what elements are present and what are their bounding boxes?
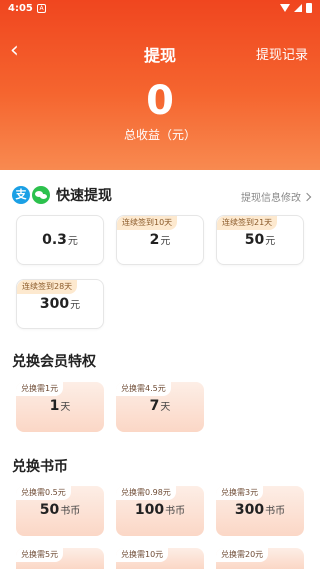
option-unit: 元 — [67, 236, 78, 247]
option-amount: 300 — [234, 502, 265, 518]
option-tag: 连续签到10天 — [117, 216, 178, 230]
option-unit: 天 — [160, 402, 171, 413]
quick-withdraw-heading: 支 快速提现 — [12, 185, 112, 205]
app-notification-icon: A — [37, 4, 46, 13]
option-amount: 300 — [39, 296, 70, 312]
option-tag: 兑换需10元 — [116, 548, 169, 562]
coin-exchange-heading: 兑换书币 — [12, 456, 68, 476]
option-unit: 书币 — [60, 506, 81, 517]
withdraw-option[interactable]: 连续签到21天 50元 — [216, 215, 304, 265]
option-amount-line: 0.3元 — [17, 232, 103, 248]
coin-option[interactable]: 兑换需0.98元 100书币 — [116, 486, 204, 536]
vip-exchange-heading: 兑换会员特权 — [12, 351, 96, 371]
withdraw-option[interactable]: 连续签到28天 300元 — [16, 279, 104, 329]
option-amount-line: 50元 — [217, 232, 303, 248]
option-amount: 2 — [149, 232, 160, 248]
withdraw-option[interactable]: 0.3元 — [16, 215, 104, 265]
wifi-icon — [280, 4, 290, 12]
coin-option[interactable]: 兑换需3元 300书币 — [216, 486, 304, 536]
option-amount-line: 50书币 — [16, 502, 104, 518]
coin-exchange-title: 兑换书币 — [12, 459, 68, 475]
option-tag: 兑换需0.98元 — [116, 486, 176, 500]
option-tag: 兑换需1元 — [16, 382, 64, 396]
option-amount-line: 7天 — [116, 398, 204, 414]
coin-option[interactable]: 兑换需0.5元 50书币 — [16, 486, 104, 536]
alipay-icon: 支 — [12, 186, 30, 204]
option-tag: 兑换需3元 — [216, 486, 264, 500]
option-amount: 100 — [134, 502, 165, 518]
vip-exchange-title: 兑换会员特权 — [12, 354, 96, 370]
option-amount: 1 — [49, 398, 60, 414]
edit-withdraw-info-label: 提现信息修改 — [241, 193, 301, 204]
vip-option[interactable]: 兑换需1元 1天 — [16, 382, 104, 432]
status-icons — [280, 3, 312, 13]
option-amount: 0.3 — [42, 232, 67, 248]
status-bar: 4:05 A — [0, 0, 320, 18]
option-tag: 连续签到21天 — [217, 216, 278, 230]
option-unit: 元 — [265, 236, 276, 247]
vip-option[interactable]: 兑换需4.5元 7天 — [116, 382, 204, 432]
withdraw-record-link[interactable]: 提现记录 — [256, 44, 308, 63]
option-unit: 天 — [60, 402, 71, 413]
option-tag: 兑换需4.5元 — [116, 382, 171, 396]
option-amount-line: 2元 — [117, 232, 203, 248]
option-amount-line: 300书币 — [216, 502, 304, 518]
option-unit: 元 — [160, 236, 171, 247]
battery-icon — [306, 3, 312, 13]
option-tag: 连续签到28天 — [17, 280, 78, 294]
wechat-icon — [32, 186, 50, 204]
coin-option[interactable]: 兑换需5元 — [16, 548, 104, 569]
option-unit: 书币 — [265, 506, 286, 517]
option-amount-line: 1天 — [16, 398, 104, 414]
coin-option[interactable]: 兑换需10元 — [116, 548, 204, 569]
option-tag: 兑换需20元 — [216, 548, 269, 562]
quick-withdraw-title: 快速提现 — [56, 188, 112, 204]
total-earnings-value: 0 — [146, 78, 174, 124]
withdraw-option[interactable]: 连续签到10天 2元 — [116, 215, 204, 265]
payment-icons: 支 — [12, 186, 50, 204]
status-time: 4:05 — [8, 3, 33, 14]
total-earnings-label: 总收益（元） — [123, 128, 196, 142]
coin-option[interactable]: 兑换需20元 — [216, 548, 304, 569]
edit-withdraw-info-link[interactable]: 提现信息修改 — [241, 189, 312, 204]
header: 4:05 A ‹ 提现 提现记录 0 总收益（元） — [0, 0, 320, 170]
option-tag: 兑换需0.5元 — [16, 486, 71, 500]
option-amount-line: 300元 — [17, 296, 103, 312]
option-amount-line: 100书币 — [116, 502, 204, 518]
option-amount: 50 — [39, 502, 60, 518]
option-unit: 元 — [70, 300, 81, 311]
signal-icon — [294, 4, 302, 12]
option-amount: 7 — [149, 398, 160, 414]
option-tag: 兑换需5元 — [16, 548, 64, 562]
option-amount: 50 — [244, 232, 265, 248]
option-unit: 书币 — [165, 506, 186, 517]
chevron-right-icon — [302, 192, 312, 201]
